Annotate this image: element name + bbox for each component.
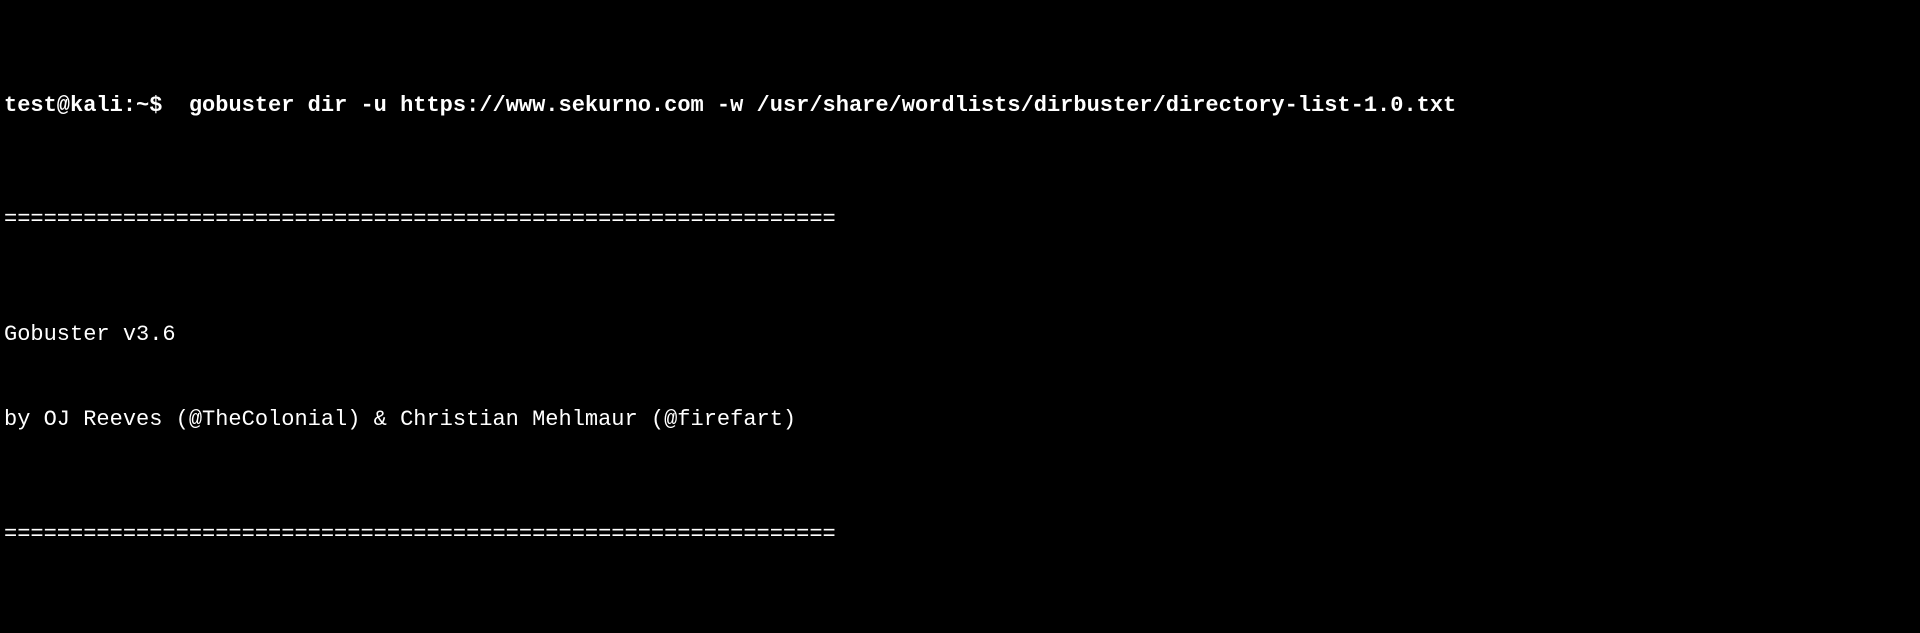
prompt-user-host: test@kali:~$ xyxy=(4,93,162,118)
command-input[interactable]: gobuster dir -u https://www.sekurno.com … xyxy=(176,93,1457,118)
banner-authors: by OJ Reeves (@TheColonial) & Christian … xyxy=(4,406,1916,435)
prompt-line: test@kali:~$ gobuster dir -u https://www… xyxy=(4,92,1916,121)
divider: ========================================… xyxy=(4,206,1916,235)
terminal[interactable]: test@kali:~$ gobuster dir -u https://www… xyxy=(0,0,1920,633)
banner-version: Gobuster v3.6 xyxy=(4,321,1916,350)
divider: ========================================… xyxy=(4,521,1916,550)
